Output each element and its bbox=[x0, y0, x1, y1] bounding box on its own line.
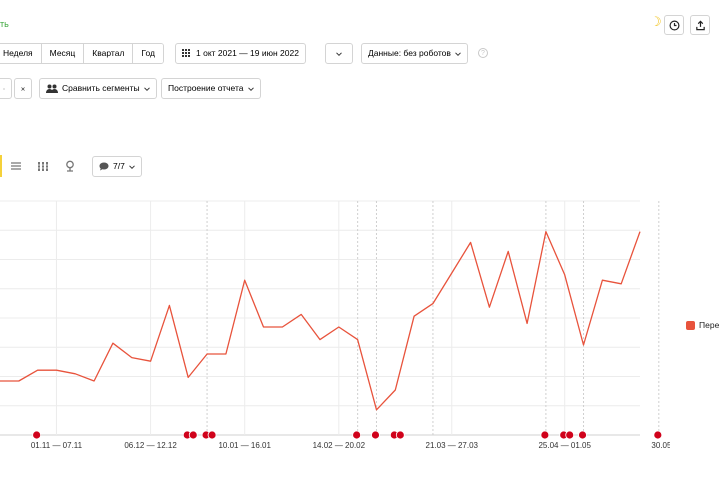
stacked-area-chart-icon[interactable] bbox=[10, 160, 22, 172]
annotation-marker[interactable] bbox=[32, 430, 42, 440]
x-tick-label: 10.01 — 16.01 bbox=[218, 441, 271, 450]
period-week[interactable]: Неделя bbox=[0, 44, 42, 63]
report-builder-button[interactable]: Построение отчета bbox=[161, 78, 261, 99]
export-button[interactable] bbox=[690, 15, 710, 35]
chevron-down-icon bbox=[3, 87, 5, 90]
date-range-label: 1 окт 2021 — 19 июн 2022 bbox=[196, 48, 299, 58]
annotation-marker[interactable] bbox=[395, 430, 405, 440]
period-month[interactable]: Месяц bbox=[41, 44, 85, 63]
chevron-down-icon bbox=[247, 86, 254, 91]
annotation-marker[interactable] bbox=[188, 430, 198, 440]
chevron-down-icon bbox=[143, 86, 150, 91]
segment-dropdown-button[interactable] bbox=[0, 78, 12, 99]
report-builder-label: Построение отчета bbox=[168, 83, 244, 93]
active-chart-type-indicator bbox=[0, 155, 2, 177]
legend-checkbox[interactable] bbox=[686, 321, 695, 330]
help-icon[interactable]: ? bbox=[478, 48, 488, 58]
annotation-marker[interactable] bbox=[653, 430, 663, 440]
data-filter-label: Данные: без роботов bbox=[368, 48, 451, 58]
x-tick-label: 25.04 — 01.05 bbox=[538, 441, 591, 450]
bar-chart-icon[interactable] bbox=[37, 160, 49, 172]
map-pin-icon[interactable] bbox=[64, 160, 76, 172]
period-selector: Неделя Месяц Квартал Год bbox=[0, 43, 164, 64]
history-button[interactable] bbox=[664, 15, 684, 35]
annotation-marker[interactable] bbox=[207, 430, 217, 440]
period-year[interactable]: Год bbox=[133, 44, 163, 63]
chevron-down-icon bbox=[336, 51, 342, 56]
x-tick-label: 30.05 — 05.06 bbox=[651, 441, 670, 450]
annotations-count: 7/7 bbox=[113, 161, 125, 171]
saved-status: ть bbox=[0, 19, 9, 29]
chevron-down-icon bbox=[128, 164, 135, 169]
share-icon bbox=[695, 20, 705, 30]
line-chart: 01.11 — 07.11 06.12 — 12.12 10.01 — 16.01 1… bbox=[0, 200, 670, 450]
x-tick-label: 21.03 — 27.03 bbox=[426, 441, 479, 450]
x-tick-label: 01.11 — 07.11 bbox=[31, 441, 83, 450]
date-range-button[interactable]: 1 окт 2021 — 19 июн 2022 bbox=[175, 43, 306, 64]
x-tick-label: 14.02 — 20.02 bbox=[313, 441, 366, 450]
annotation-marker[interactable] bbox=[352, 430, 362, 440]
annotations-toggle[interactable]: 7/7 bbox=[92, 156, 142, 177]
series-line bbox=[0, 230, 641, 411]
people-icon bbox=[46, 84, 58, 93]
compare-segments-label: Сравнить сегменты bbox=[62, 83, 140, 93]
legend-label: Пере bbox=[699, 320, 720, 330]
compare-segments-button[interactable]: Сравнить сегменты bbox=[39, 78, 157, 99]
comment-icon bbox=[99, 162, 109, 171]
annotation-marker[interactable] bbox=[371, 430, 380, 440]
clear-segment-button[interactable] bbox=[14, 78, 32, 99]
annotation-marker[interactable] bbox=[565, 430, 575, 440]
annotation-marker[interactable] bbox=[578, 430, 587, 440]
close-icon bbox=[21, 86, 25, 91]
period-quarter[interactable]: Квартал bbox=[84, 44, 134, 63]
data-filter-dropdown[interactable]: Данные: без роботов bbox=[361, 43, 468, 64]
annotation-marker[interactable] bbox=[540, 430, 550, 440]
x-tick-label: 06.12 — 12.12 bbox=[124, 441, 177, 450]
chevron-down-icon bbox=[455, 51, 461, 56]
theme-moon-icon[interactable]: ☽ bbox=[650, 15, 662, 28]
calendar-icon bbox=[182, 49, 190, 57]
date-dropdown-button[interactable] bbox=[325, 43, 353, 64]
clock-icon bbox=[669, 20, 679, 30]
